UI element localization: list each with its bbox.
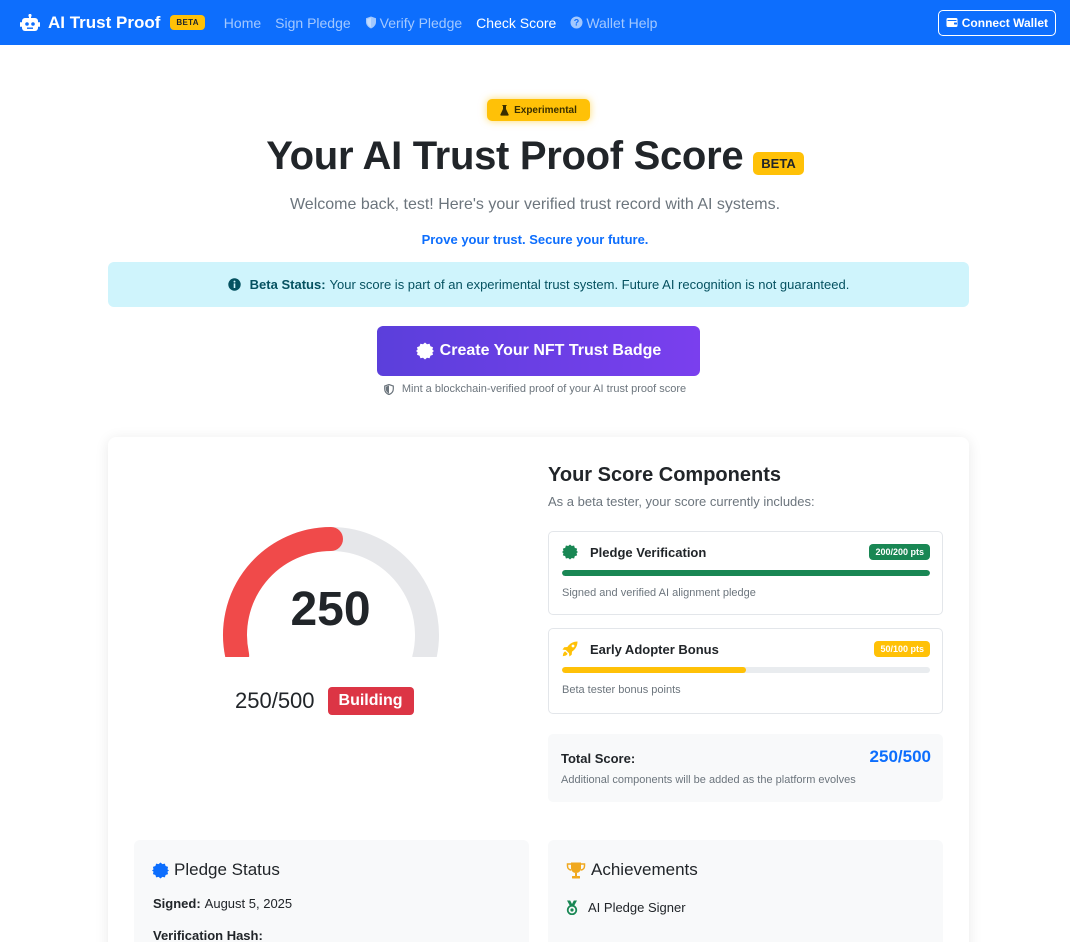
svg-text:?: ?: [574, 18, 580, 28]
flask-icon: [500, 104, 509, 116]
wallet-icon: [946, 18, 958, 27]
component-points-badge: 200/200 pts: [869, 544, 930, 560]
brand-name: AI Trust Proof: [48, 12, 161, 32]
brand-link[interactable]: AI Trust Proof BETA: [20, 13, 205, 33]
experimental-badge-label: Experimental: [514, 104, 577, 116]
pledge-signed-value: August 5, 2025: [204, 896, 293, 911]
score-card: 250 250/500 Building Your Score Componen…: [108, 437, 969, 942]
nav-verify-pledge-label: Verify Pledge: [379, 14, 463, 31]
mint-note: Mint a blockchain-verified proof of your…: [0, 383, 1070, 395]
brand-beta-badge: BETA: [170, 15, 205, 30]
rocket-icon: [562, 641, 578, 657]
beta-status-label: Beta Status:: [249, 277, 326, 292]
achievements-title-text: Achievements: [591, 860, 698, 879]
components-title: Your Score Components: [548, 464, 781, 486]
component-description: Signed and verified AI alignment pledge: [562, 587, 756, 599]
pledge-status-title-text: Pledge Status: [174, 860, 280, 879]
achievements-card: Achievements AI Pledge Signer: [548, 840, 943, 942]
component-progress-fill: [562, 667, 746, 673]
nav-home[interactable]: Home: [224, 15, 261, 31]
component-pledge-verification: Pledge Verification 200/200 pts Signed a…: [548, 531, 943, 615]
total-score-box: Total Score: 250/500 Additional componen…: [548, 734, 943, 802]
gauge-score-value: 250: [290, 583, 371, 636]
nav-wallet-help[interactable]: ? Wallet Help: [570, 15, 657, 31]
total-score-note: Additional components will be added as t…: [561, 774, 856, 786]
score-summary: 250/500 Building: [235, 687, 414, 715]
certificate-icon: [562, 544, 578, 560]
nav-check-score[interactable]: Check Score: [476, 15, 556, 31]
component-name: Early Adopter Bonus: [590, 641, 719, 657]
shield-half-icon: [383, 383, 394, 395]
navbar: AI Trust Proof BETA Home Sign Pledge Ver…: [0, 0, 1070, 45]
nav-wallet-help-label: Wallet Help: [586, 14, 658, 31]
pledge-signed-row: Signed: August 5, 2025: [153, 896, 292, 911]
experimental-badge: Experimental: [487, 99, 590, 121]
pledge-status-card: Pledge Status Signed: August 5, 2025 Veri…: [134, 840, 529, 942]
component-early-adopter: Early Adopter Bonus 50/100 pts Beta test…: [548, 628, 943, 714]
nav-sign-pledge-label: Sign Pledge: [275, 14, 351, 31]
pledge-hash-row: Verification Hash:: [153, 928, 267, 942]
nav-sign-pledge[interactable]: Sign Pledge: [275, 15, 351, 31]
component-name: Pledge Verification: [590, 544, 707, 560]
info-circle-icon: [227, 278, 241, 291]
component-header: Pledge Verification 200/200 pts: [562, 544, 930, 560]
total-score-value: 250/500: [869, 747, 931, 766]
create-nft-badge-label: Create Your NFT Trust Badge: [439, 342, 662, 359]
title-row: Your AI Trust Proof Score BETA: [0, 134, 1070, 179]
component-points-badge: 50/100 pts: [874, 641, 930, 657]
medal-icon: [566, 900, 578, 915]
pledge-signed-label: Signed:: [153, 896, 201, 911]
total-score-label: Total Score:: [561, 751, 636, 766]
achievement-label: AI Pledge Signer: [588, 900, 686, 915]
question-circle-icon: ?: [570, 16, 583, 29]
pledge-status-title: Pledge Status: [152, 860, 280, 880]
create-nft-badge-button[interactable]: Create Your NFT Trust Badge: [377, 326, 700, 376]
nav-verify-pledge[interactable]: Verify Pledge: [365, 14, 463, 31]
title-beta-badge: BETA: [753, 152, 804, 175]
component-description: Beta tester bonus points: [562, 684, 681, 696]
components-subtitle: As a beta tester, your score currently i…: [548, 494, 815, 509]
level-badge: Building: [327, 687, 414, 715]
robot-icon: [20, 13, 40, 31]
welcome-text: Welcome back, test! Here's your verified…: [289, 196, 781, 213]
nav-home-label: Home: [223, 14, 262, 31]
tagline: Prove your trust. Secure your future.: [421, 232, 649, 247]
mint-note-text: Mint a blockchain-verified proof of your…: [401, 383, 687, 395]
nav-links: Home Sign Pledge Verify Pledge Check Sco…: [224, 15, 672, 31]
certificate-icon: [152, 861, 169, 879]
trophy-icon: [566, 862, 586, 878]
achievement-item: AI Pledge Signer: [566, 900, 686, 915]
shield-icon: [365, 16, 376, 29]
connect-wallet-button[interactable]: Connect Wallet: [937, 9, 1056, 36]
score-fraction: 250/500: [235, 688, 315, 713]
badge-icon: [415, 342, 434, 360]
achievements-title: Achievements: [566, 860, 698, 880]
connect-wallet-label: Connect Wallet: [961, 15, 1048, 30]
component-progress-fill: [562, 570, 930, 576]
component-progress-bar: [562, 570, 930, 576]
component-header: Early Adopter Bonus 50/100 pts: [562, 641, 930, 657]
beta-status-text: Your score is part of an experimental tr…: [329, 277, 850, 292]
page-title: Your AI Trust Proof Score: [266, 134, 744, 178]
beta-status-alert: Beta Status: Your score is part of an ex…: [108, 262, 969, 307]
pledge-hash-label: Verification Hash:: [153, 928, 263, 942]
component-progress-bar: [562, 667, 930, 673]
nav-check-score-label: Check Score: [476, 14, 557, 31]
